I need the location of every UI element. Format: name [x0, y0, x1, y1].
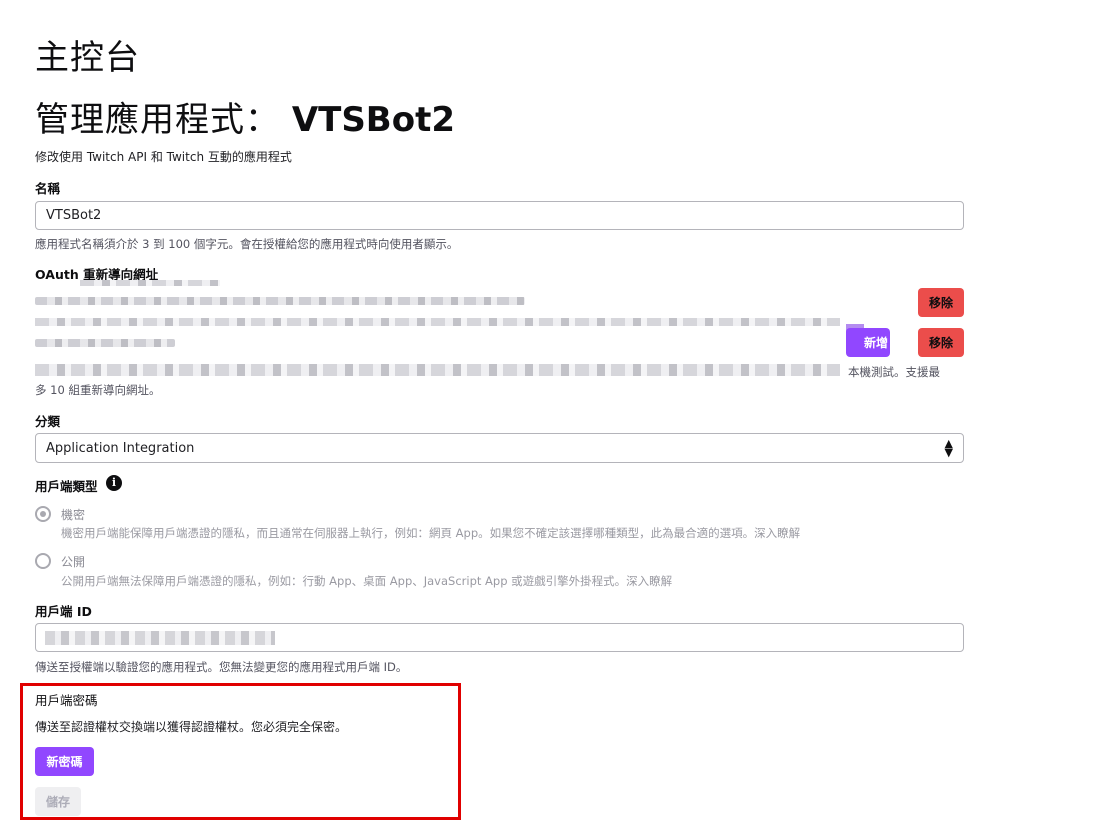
info-icon[interactable]: i — [106, 475, 122, 491]
client-secret-description: 傳送至認證權杖交換端以獲得認證權杖。您必須完全保密。 — [35, 720, 348, 734]
oauth-label-blur — [80, 280, 220, 286]
radio-public-description: 公開用戶端無法保障用戶端憑證的隱私，例如：行動 App、桌面 App、JavaS… — [61, 574, 673, 588]
client-secret-label: 用戶端密碼 — [35, 693, 98, 708]
radio-confidential-description: 機密用戶端能保障用戶端憑證的隱私，而且通常在伺服器上執行，例如：網頁 App。如… — [61, 526, 801, 540]
redirect-url-input-1[interactable] — [35, 287, 840, 319]
client-id-label: 用戶端 ID — [35, 604, 92, 619]
app-heading-prefix: 管理應用程式： — [35, 100, 280, 140]
add-redirect-button[interactable]: 新增 — [846, 328, 890, 357]
radio-public[interactable] — [35, 553, 51, 569]
new-secret-button[interactable]: 新密碼 — [35, 747, 94, 776]
name-input[interactable] — [35, 201, 964, 230]
app-heading: 管理應用程式： VTSBot2 — [35, 92, 455, 141]
oauth-help-blur — [35, 364, 840, 376]
remove-redirect-button-1[interactable]: 移除 — [918, 288, 964, 317]
category-selected-value: Application Integration — [46, 441, 195, 456]
category-select[interactable]: Application Integration ▲ ▼ — [35, 433, 964, 463]
redacted-url-1 — [35, 297, 525, 305]
oauth-help-line2: 多 10 組重新導向網址。 — [35, 383, 161, 397]
radio-public-label: 公開 — [61, 555, 86, 569]
select-chevron-icon: ▲ ▼ — [944, 437, 953, 459]
radio-confidential[interactable] — [35, 506, 51, 522]
app-name: VTSBot2 — [291, 100, 455, 140]
remove-redirect-button-2[interactable]: 移除 — [918, 328, 964, 357]
oauth-help-tail: 本機測試。支援最 — [848, 365, 940, 379]
client-type-label: 用戶端類型 — [35, 479, 98, 494]
redacted-client-id — [45, 631, 275, 645]
client-id-help: 傳送至授權端以驗證您的應用程式。您無法變更您的應用程式用戶端 ID。 — [35, 660, 408, 674]
category-label: 分類 — [35, 414, 61, 429]
page-subtitle: 修改使用 Twitch API 和 Twitch 互動的應用程式 — [35, 150, 292, 164]
redacted-url-2 — [35, 339, 175, 347]
save-button[interactable]: 儲存 — [35, 787, 81, 816]
page-heading: 主控台 — [35, 38, 140, 78]
name-label: 名稱 — [35, 181, 61, 196]
name-help: 應用程式名稱須介於 3 到 100 個字元。會在授權給您的應用程式時向使用者顯示… — [35, 237, 459, 251]
radio-confidential-label: 機密 — [61, 508, 86, 522]
redaction-band — [35, 318, 840, 326]
redirect-url-input-2[interactable] — [35, 327, 840, 359]
